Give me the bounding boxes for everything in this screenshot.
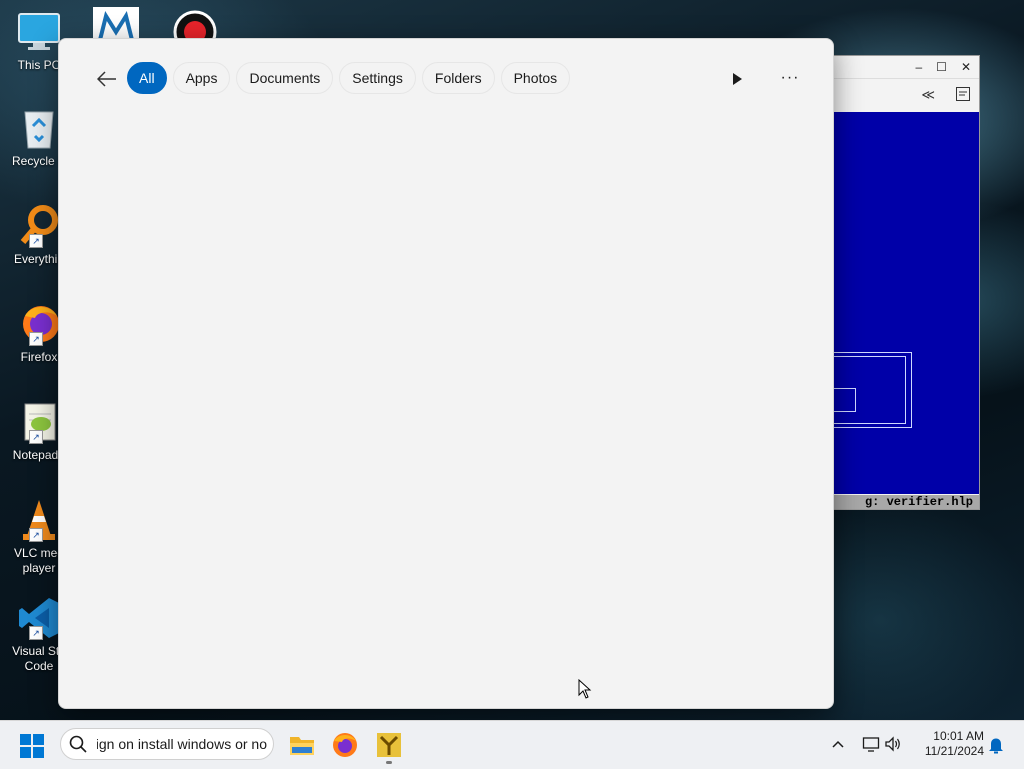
shortcut-arrow-icon: ↗ (29, 234, 43, 248)
shortcut-arrow-icon: ↗ (29, 528, 43, 542)
start-button[interactable] (20, 734, 44, 758)
more-options-button[interactable]: ··· (779, 67, 801, 89)
maximize-button[interactable]: ☐ (936, 60, 947, 74)
back-arrow-icon (97, 71, 116, 87)
recycle-bin-icon (17, 106, 61, 150)
firefox-icon (333, 733, 357, 757)
mouse-cursor-icon (578, 678, 592, 699)
firefox-icon: ↗ (17, 302, 61, 346)
clock-time: 10:01 AM (933, 729, 984, 743)
close-button[interactable]: ✕ (961, 60, 971, 74)
file-explorer-taskbar-button[interactable] (288, 731, 316, 759)
firefox-taskbar-button[interactable] (331, 731, 359, 759)
chevron-up-icon (832, 740, 844, 748)
taskbar: 10:01 AM 11/21/2024 (0, 720, 1024, 769)
filter-tab-folders[interactable]: Folders (421, 62, 495, 94)
magnifier-icon: ↗ (17, 204, 61, 248)
filter-tab-documents[interactable]: Documents (236, 62, 334, 94)
filter-tab-settings[interactable]: Settings (339, 62, 416, 94)
tool-app-icon (377, 733, 401, 757)
bell-icon (989, 738, 1003, 754)
play-button[interactable] (727, 69, 747, 89)
window-toolbar: ≪ (829, 78, 979, 111)
search-panel: All Apps Documents Settings Folders Phot… (58, 38, 834, 709)
clock-date: 11/21/2024 (924, 744, 984, 758)
shortcut-arrow-icon: ↗ (29, 332, 43, 346)
windows-logo-icon (20, 734, 44, 758)
notes-icon[interactable] (955, 86, 971, 105)
folder-icon (290, 737, 314, 755)
shortcut-arrow-icon: ↗ (29, 430, 43, 444)
filter-tab-apps[interactable]: Apps (172, 62, 231, 94)
background-console-window[interactable]: – ☐ ✕ ≪ g: verifier.hlp (828, 55, 980, 510)
search-filter-tabs: All Apps Documents Settings Folders Phot… (127, 62, 571, 94)
network-icon[interactable] (862, 735, 880, 753)
taskbar-search-box[interactable] (60, 728, 274, 760)
show-hidden-icons-button[interactable] (830, 736, 846, 752)
monitor-icon (17, 10, 61, 54)
filter-tab-photos[interactable]: Photos (500, 62, 571, 94)
vscode-icon: ↗ (17, 596, 61, 640)
filter-tab-all[interactable]: All (127, 62, 167, 94)
search-icon (69, 735, 87, 753)
tool-app-taskbar-button[interactable] (375, 731, 403, 764)
vlc-cone-icon: ↗ (17, 498, 61, 542)
window-titlebar: – ☐ ✕ (829, 56, 979, 78)
collapse-icon[interactable]: ≪ (921, 87, 935, 103)
notifications-button[interactable] (988, 736, 1004, 754)
running-indicator (386, 761, 392, 764)
back-button[interactable] (93, 65, 121, 93)
search-input[interactable] (95, 735, 269, 753)
console-screen (829, 112, 979, 494)
notepad-plus-icon: ↗ (17, 400, 61, 444)
volume-icon[interactable] (884, 735, 902, 753)
console-status-line: g: verifier.hlp (829, 495, 979, 509)
shortcut-arrow-icon: ↗ (29, 626, 43, 640)
minimize-button[interactable]: – (915, 60, 922, 74)
play-icon (733, 73, 742, 85)
system-clock[interactable]: 10:01 AM 11/21/2024 (912, 729, 984, 759)
